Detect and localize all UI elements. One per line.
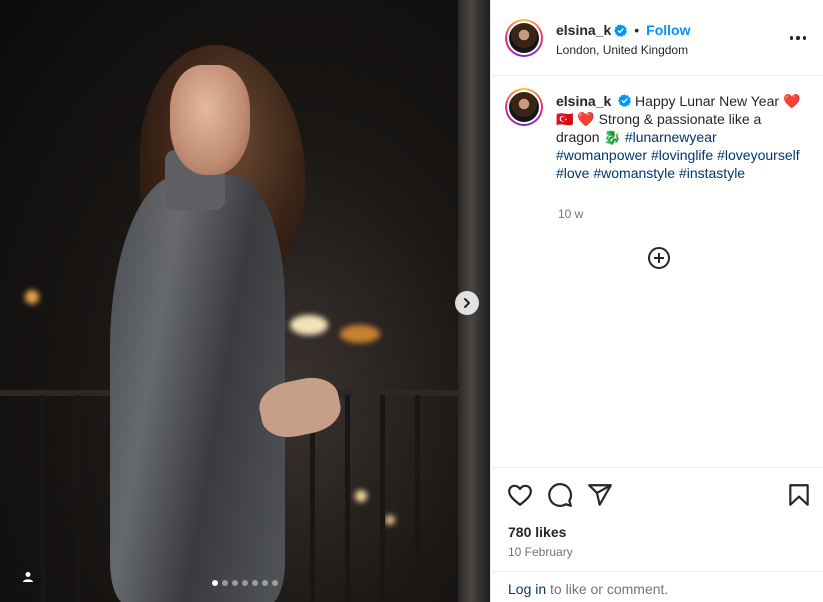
header-user-row: elsina_k • Follow — [556, 22, 691, 38]
bookmark-icon[interactable] — [786, 482, 812, 508]
separator-dot: • — [634, 22, 640, 38]
slide-dot — [222, 580, 228, 586]
rail-bar — [380, 395, 385, 602]
post-sidebar: elsina_k • Follow London, United Kingdom… — [490, 0, 823, 602]
hashtag-link[interactable]: #lovinglife — [651, 147, 713, 163]
post-caption: elsina_k Happy Lunar New Year ❤️ 🇹🇷 ❤️ S… — [556, 92, 806, 182]
hashtag-link[interactable]: #instastyle — [679, 165, 745, 181]
rail-bar — [415, 395, 420, 602]
hashtag-link[interactable]: #loveyourself — [717, 147, 800, 163]
verified-badge-icon — [618, 94, 632, 107]
caption-text-1: Happy Lunar New Year — [635, 93, 780, 109]
heart-emoji: ❤️ — [782, 93, 801, 109]
bokeh-light — [290, 315, 328, 335]
slide-dot — [242, 580, 248, 586]
caption-avatar[interactable] — [505, 88, 543, 126]
person-face — [170, 65, 250, 175]
more-dot — [802, 36, 807, 40]
heart-icon[interactable] — [507, 482, 533, 508]
follow-button[interactable]: Follow — [646, 22, 690, 38]
post-location[interactable]: London, United Kingdom — [556, 43, 688, 57]
rail-bar — [345, 395, 350, 602]
tagged-users-button[interactable] — [14, 563, 42, 591]
more-dot — [796, 36, 800, 40]
dragon-emoji: 🐉 — [603, 129, 621, 145]
author-username[interactable]: elsina_k — [556, 22, 611, 38]
hashtag-link[interactable]: #womanstyle — [593, 165, 675, 181]
post-dialog: elsina_k • Follow London, United Kingdom… — [0, 0, 823, 602]
login-prompt: Log in to like or comment. — [508, 581, 668, 597]
bokeh-light — [25, 290, 39, 304]
bokeh-light — [355, 490, 367, 502]
slide-indicator — [212, 580, 278, 586]
caption-username[interactable]: elsina_k — [556, 93, 611, 109]
post-header: elsina_k • Follow London, United Kingdom — [491, 0, 823, 76]
author-avatar[interactable] — [505, 19, 543, 57]
verified-badge-icon — [614, 23, 628, 37]
bokeh-light — [385, 515, 395, 525]
slide-dot — [272, 580, 278, 586]
hashtag-link[interactable]: #womanpower — [556, 147, 647, 163]
login-link[interactable]: Log in — [508, 581, 546, 597]
caption-timestamp[interactable]: 10 w — [558, 207, 583, 221]
share-icon[interactable] — [587, 482, 613, 508]
heart-emoji: ❤️ — [577, 111, 595, 127]
hashtag-link[interactable]: #love — [556, 165, 589, 181]
post-date[interactable]: 10 February — [508, 545, 573, 559]
more-options-icon — [789, 36, 794, 40]
hashtag-link[interactable]: #lunarnewyear — [625, 129, 717, 145]
more-options-button[interactable] — [787, 28, 809, 48]
chevron-right-icon — [464, 298, 470, 308]
next-slide-button[interactable] — [455, 291, 479, 315]
login-prompt-text: to like or comment. — [546, 581, 669, 597]
person-body — [110, 175, 285, 602]
flag-emoji: 🇹🇷 — [556, 111, 574, 127]
slide-dot — [262, 580, 268, 586]
comment-icon[interactable] — [547, 482, 573, 508]
post-photo[interactable] — [0, 0, 490, 602]
slide-dot — [212, 580, 218, 586]
user-tag-icon — [23, 572, 33, 582]
add-comment-icon[interactable] — [647, 246, 671, 270]
likes-count[interactable]: 780 likes — [508, 524, 566, 540]
rail-bar — [75, 395, 80, 602]
slide-dot — [232, 580, 238, 586]
login-footer: Log in to like or comment. — [491, 571, 823, 602]
slide-dot — [252, 580, 258, 586]
bokeh-light — [340, 325, 380, 343]
